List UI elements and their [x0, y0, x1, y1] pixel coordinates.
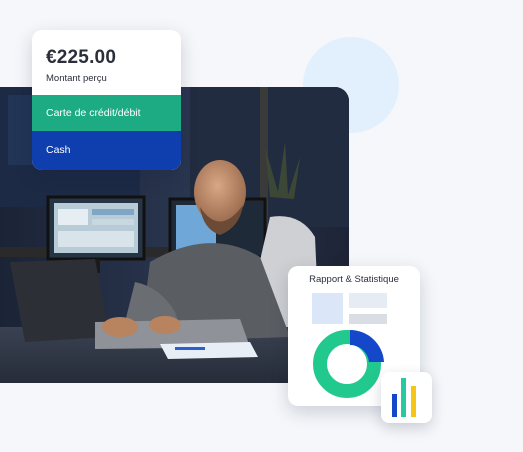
report-placeholder-line [349, 293, 387, 308]
cash-payment-option[interactable]: Cash [32, 131, 181, 170]
amount-value: €225.00 [46, 47, 117, 68]
card-payment-option[interactable]: Carte de crédit/débit [32, 95, 181, 131]
report-placeholder-image [312, 293, 343, 324]
report-title: Rapport & Statistique [309, 274, 399, 285]
bar-chart-icon [381, 372, 432, 423]
payment-card: €225.00 Montant perçu Carte de crédit/dé… [32, 30, 181, 170]
amount-label: Montant perçu [46, 73, 107, 84]
report-placeholder-line [349, 314, 387, 324]
donut-chart-icon [313, 329, 384, 398]
